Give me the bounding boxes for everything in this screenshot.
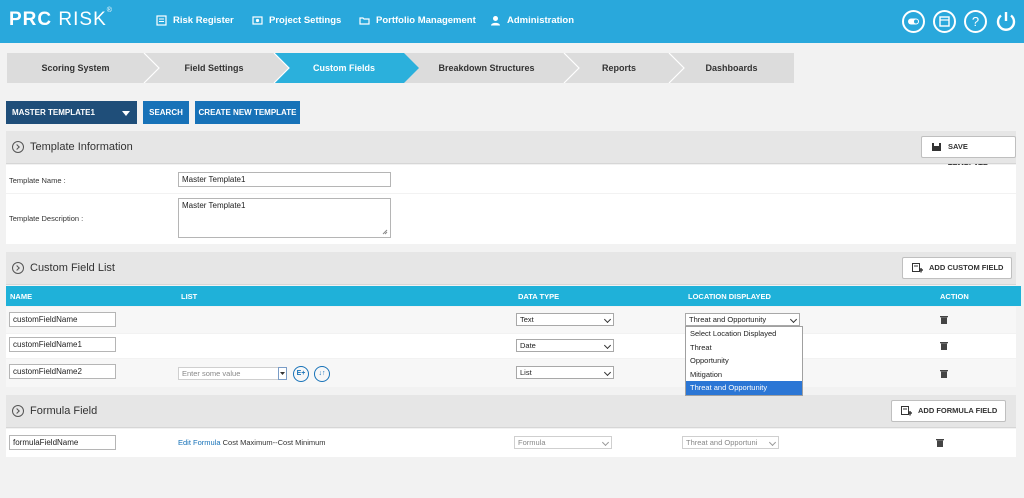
power-icon[interactable]: [994, 9, 1018, 33]
template-name-row: Template Name : Master Template1: [6, 165, 1016, 193]
template-info-header: Template Information SAVE TEMPLATE: [6, 131, 1016, 171]
formula-field-header: Formula Field ADD FORMULA FIELD: [6, 395, 1016, 428]
field-name-input[interactable]: customFieldName: [9, 312, 116, 327]
custom-field-header: Custom Field List ADD CUSTOM FIELD: [6, 252, 1016, 285]
col-list: LIST: [181, 292, 198, 301]
list-value-select[interactable]: Enter some value: [178, 367, 286, 380]
table-row: customFieldName Text Threat and Opportun…: [6, 307, 1016, 333]
trash-icon[interactable]: [940, 341, 948, 350]
svg-text:?: ?: [972, 14, 979, 29]
step-field-settings[interactable]: Field Settings: [149, 53, 279, 83]
template-info-title: Template Information: [30, 141, 133, 153]
data-type-select[interactable]: Text: [516, 313, 614, 326]
save-template-button[interactable]: SAVE TEMPLATE: [921, 136, 1016, 171]
template-name-label: Template Name :: [9, 176, 66, 185]
app-logo[interactable]: PRC RISK®: [9, 7, 113, 31]
chevron-down-icon: [603, 341, 612, 350]
col-action: ACTION: [940, 292, 969, 301]
save-icon: [932, 143, 941, 151]
toggle-icon[interactable]: [902, 10, 925, 33]
add-list-value-icon[interactable]: E+: [293, 366, 309, 382]
formula-name-input[interactable]: formulaFieldName: [9, 435, 116, 450]
col-data-type: DATA TYPE: [518, 292, 560, 301]
search-button[interactable]: SEARCH: [143, 101, 189, 124]
help-icon[interactable]: ?: [964, 10, 987, 33]
folder-icon: [359, 17, 370, 25]
dropdown-option[interactable]: Opportunity: [686, 354, 802, 368]
list-dropdown-toggle[interactable]: [278, 367, 287, 380]
wizard-steps: Scoring System Field Settings Custom Fie…: [7, 53, 794, 83]
nav-portfolio-management[interactable]: Portfolio Management: [359, 15, 476, 26]
step-reports[interactable]: Reports: [564, 53, 674, 83]
caret-down-icon: [122, 111, 130, 116]
location-select[interactable]: Threat and Opportunity: [685, 313, 800, 326]
settings-icon: [252, 16, 263, 25]
custom-field-table-header: NAME LIST DATA TYPE LOCATION DISPLAYED A…: [6, 286, 1021, 306]
chevron-down-icon: [789, 315, 798, 324]
custom-field-title: Custom Field List: [30, 262, 115, 274]
chevron-down-icon: [768, 438, 777, 447]
chevron-circle-icon[interactable]: [12, 141, 24, 153]
formula-row: formulaFieldName Edit Formula Cost Maxim…: [6, 429, 1016, 457]
template-desc-textarea[interactable]: Master Template1: [178, 198, 391, 238]
user-icon: [491, 16, 500, 26]
trash-icon[interactable]: [940, 369, 948, 378]
template-name-input[interactable]: Master Template1: [178, 172, 391, 187]
table-row: customFieldName2 Enter some value List: [6, 359, 1016, 387]
data-type-select[interactable]: List: [516, 366, 614, 379]
step-breakdown-structures[interactable]: Breakdown Structures: [409, 53, 564, 83]
dropdown-option[interactable]: Mitigation: [686, 368, 802, 382]
nav-risk-register[interactable]: Risk Register: [156, 15, 234, 26]
top-bar: PRC RISK® Risk Register Project Settings…: [0, 0, 1024, 43]
add-list-icon: [912, 263, 923, 273]
add-list-icon: [901, 406, 912, 416]
dropdown-option-selected[interactable]: Threat and Opportunity: [686, 381, 802, 395]
dropdown-option[interactable]: Threat: [686, 341, 802, 355]
calendar-icon[interactable]: [933, 10, 956, 33]
location-dropdown-list: Select Location Displayed Threat Opportu…: [685, 326, 803, 396]
step-scoring-system[interactable]: Scoring System: [7, 53, 144, 83]
col-name: NAME: [10, 292, 33, 301]
nav-administration[interactable]: Administration: [490, 15, 574, 26]
create-template-button[interactable]: CREATE NEW TEMPLATE: [195, 101, 300, 124]
edit-formula-link[interactable]: Edit Formula: [178, 438, 221, 447]
chevron-down-icon: [601, 438, 610, 447]
add-formula-field-button[interactable]: ADD FORMULA FIELD: [891, 400, 1007, 422]
formula-expression: Edit Formula Cost Maximum--Cost Minimum: [178, 438, 326, 447]
chevron-circle-icon[interactable]: [12, 262, 24, 274]
sort-list-icon[interactable]: ↓↑: [314, 366, 330, 382]
add-custom-field-button[interactable]: ADD CUSTOM FIELD: [902, 257, 1013, 279]
field-name-input[interactable]: customFieldName2: [9, 364, 116, 379]
step-custom-fields[interactable]: Custom Fields: [279, 53, 409, 83]
chevron-circle-icon[interactable]: [12, 405, 24, 417]
template-select[interactable]: MASTER TEMPLATE1: [6, 101, 137, 124]
chevron-down-icon: [603, 368, 612, 377]
formula-data-type-select[interactable]: Formula: [514, 436, 612, 449]
formula-location-select[interactable]: Threat and Opportuni: [682, 436, 779, 449]
caret-down-icon: [280, 372, 285, 375]
step-dashboards[interactable]: Dashboards: [669, 53, 794, 83]
template-desc-label: Template Description :: [9, 214, 84, 223]
template-desc-row: Template Description : Master Template1: [6, 194, 1016, 244]
resize-grip-icon[interactable]: [382, 229, 388, 235]
trash-icon[interactable]: [940, 315, 948, 324]
col-location: LOCATION DISPLAYED: [688, 292, 771, 301]
data-type-select[interactable]: Date: [516, 339, 614, 352]
list-icon: [156, 15, 167, 26]
formula-field-title: Formula Field: [30, 405, 98, 417]
dropdown-option[interactable]: Select Location Displayed: [686, 327, 802, 341]
chevron-down-icon: [603, 315, 612, 324]
table-row: customFieldName1 Date: [6, 334, 1016, 358]
trash-icon[interactable]: [936, 438, 944, 447]
nav-project-settings[interactable]: Project Settings: [252, 15, 341, 26]
field-name-input[interactable]: customFieldName1: [9, 337, 116, 352]
